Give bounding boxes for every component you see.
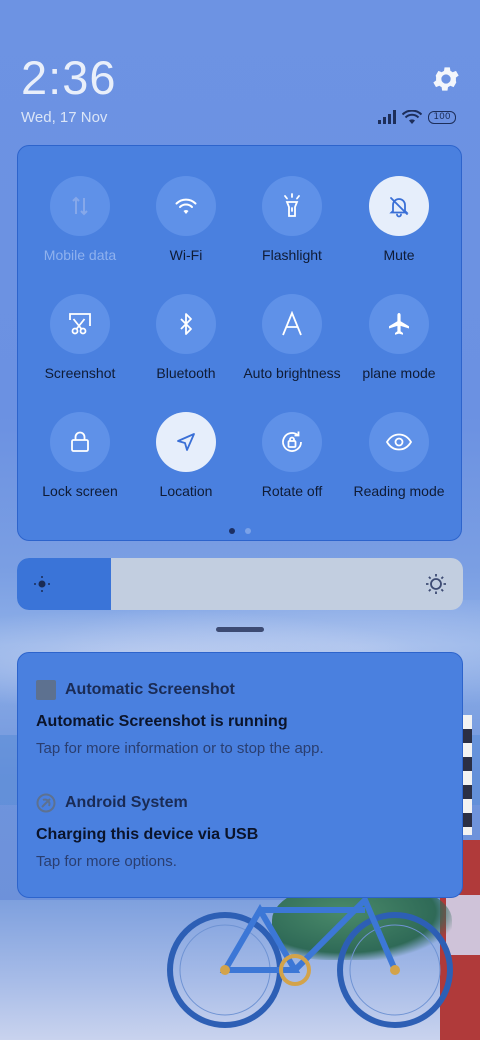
tile-lock-screen[interactable]: Lock screen	[27, 412, 133, 500]
notification-android-system[interactable]: Android System Charging this device via …	[36, 792, 444, 870]
tile-button[interactable]	[369, 412, 429, 472]
wifi-icon	[173, 196, 199, 216]
tile-wi-fi[interactable]: Wi-Fi	[133, 176, 239, 264]
tile-flashlight[interactable]: Flashlight	[239, 176, 345, 264]
notifications-panel: Automatic Screenshot Automatic Screensho…	[17, 652, 463, 898]
wallpaper-bicycle	[167, 894, 453, 1028]
tile-mute[interactable]: Mute	[346, 176, 452, 264]
tile-rotate-off[interactable]: Rotate off	[239, 412, 345, 500]
tile-button[interactable]	[262, 176, 322, 236]
gear-icon[interactable]	[430, 63, 462, 95]
tile-plane-mode[interactable]: plane mode	[346, 294, 452, 382]
tile-button[interactable]	[369, 294, 429, 354]
tile-reading-mode[interactable]: Reading mode	[346, 412, 452, 500]
notification-text: Tap for more options.	[36, 853, 177, 870]
tile-label: Screenshot	[44, 365, 116, 381]
screenshot-icon	[67, 311, 93, 337]
notification-title: Charging this device via USB	[36, 826, 259, 843]
notification-text: Tap for more information or to stop the …	[36, 740, 324, 757]
tile-label: Mute	[383, 247, 415, 263]
notification-title: Automatic Screenshot is running	[36, 713, 288, 730]
auto-brightness-icon	[280, 311, 304, 337]
tile-label: Location	[159, 483, 213, 499]
tile-label: Reading mode	[353, 483, 445, 499]
eye-icon	[385, 432, 413, 452]
brightness-slider[interactable]	[17, 558, 463, 610]
tile-button[interactable]	[50, 294, 110, 354]
app-icon	[36, 680, 56, 700]
tile-label: Wi-Fi	[169, 247, 203, 263]
date-label: Wed, 17 Nov	[21, 109, 108, 126]
brightness-high-icon	[426, 574, 446, 594]
brightness-level	[17, 558, 111, 610]
tile-bluetooth[interactable]: Bluetooth	[133, 294, 239, 382]
tile-button[interactable]	[262, 412, 322, 472]
lock-icon	[69, 430, 91, 454]
battery-indicator: 100	[428, 110, 456, 124]
page-dot-1[interactable]	[228, 528, 235, 534]
tile-screenshot[interactable]: Screenshot	[27, 294, 133, 382]
mobile-data-icon	[68, 194, 92, 218]
tile-button[interactable]	[50, 412, 110, 472]
tile-label: Flashlight	[262, 247, 322, 263]
tile-button[interactable]	[262, 294, 322, 354]
tile-label: Rotate off	[261, 483, 323, 499]
notification-app-name: Automatic Screenshot	[65, 681, 235, 698]
tile-label: Mobile data	[43, 247, 117, 263]
flashlight-icon	[281, 193, 303, 219]
status-icons: 100	[378, 108, 456, 126]
quick-settings-panel: Mobile data Wi-Fi Flashlight Mute Screenshot…	[17, 145, 462, 541]
tile-button[interactable]	[156, 412, 216, 472]
clock-time: 2:36	[21, 51, 117, 104]
tile-location[interactable]: Location	[133, 412, 239, 500]
signal-icon	[378, 110, 396, 124]
notification-app-name: Android System	[65, 794, 188, 811]
wallpaper-pole	[462, 715, 472, 835]
tile-label: plane mode	[362, 365, 436, 381]
brightness-low-icon	[34, 576, 50, 592]
android-system-icon	[36, 793, 56, 813]
wifi-status-icon	[402, 109, 422, 124]
tile-label: Lock screen	[42, 483, 118, 499]
notification-app-row: Android System	[36, 792, 444, 814]
tile-mobile-data[interactable]: Mobile data	[27, 176, 133, 264]
rotate-lock-icon	[279, 429, 305, 455]
tile-button[interactable]	[156, 294, 216, 354]
mute-bell-icon	[387, 194, 411, 218]
tile-label: Auto brightness	[243, 365, 341, 381]
page-indicator	[18, 528, 461, 534]
airplane-icon	[386, 311, 412, 337]
tile-button[interactable]	[50, 176, 110, 236]
tile-label: Bluetooth	[156, 365, 216, 381]
page-dot-2[interactable]	[244, 528, 251, 534]
tile-auto-brightness[interactable]: Auto brightness	[239, 294, 345, 382]
drag-handle[interactable]	[216, 627, 264, 632]
bluetooth-icon	[176, 312, 196, 336]
location-arrow-icon	[174, 430, 198, 454]
notification-automatic-screenshot[interactable]: Automatic Screenshot Automatic Screensho…	[36, 679, 444, 757]
notification-app-row: Automatic Screenshot	[36, 679, 444, 701]
tile-button[interactable]	[156, 176, 216, 236]
tile-button[interactable]	[369, 176, 429, 236]
